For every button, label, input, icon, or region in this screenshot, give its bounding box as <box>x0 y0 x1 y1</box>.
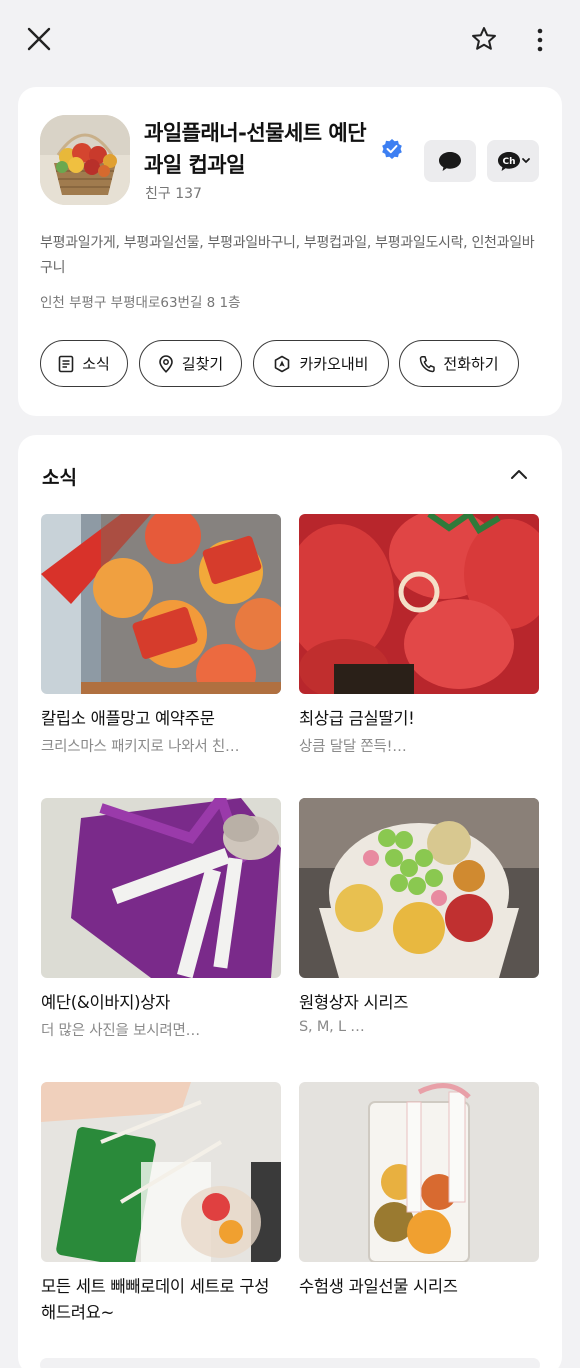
news-button-label: 소식 <box>82 355 110 373</box>
news-section: 소식 칼립소 애플망고 예약주문 크리스마스 패키지로 나와서 친… 최상급 금… <box>18 435 562 1368</box>
chevron-up-icon[interactable] <box>507 463 531 487</box>
navi-icon <box>275 355 290 372</box>
verified-badge-icon <box>382 139 402 159</box>
post-description: 상큼 달달 쫀득!… <box>299 739 407 755</box>
news-post-5[interactable]: 모든 세트 빼빼로데이 세트로 구성해드려요~ <box>41 1082 281 1326</box>
svg-text:Ch: Ch <box>502 157 515 167</box>
news-post-4[interactable]: 원형상자 시리즈 S, M, L … <box>299 798 539 1035</box>
directions-button-label: 길찾기 <box>181 355 224 373</box>
post-image-wedding-box <box>41 798 281 978</box>
post-description: 크리스마스 패키지로 나와서 친… <box>41 739 240 755</box>
news-section-title: 소식 <box>42 467 77 489</box>
call-button[interactable]: 전화하기 <box>399 340 519 387</box>
star-icon[interactable] <box>470 25 498 53</box>
chat-button[interactable] <box>424 140 476 182</box>
post-image-exam-gift <box>299 1082 539 1262</box>
news-post-1[interactable]: 칼립소 애플망고 예약주문 크리스마스 패키지로 나와서 친… <box>41 514 281 756</box>
post-description: S, M, L … <box>299 1019 365 1035</box>
post-title: 원형상자 시리즈 <box>299 993 409 1012</box>
friend-count: 친구 137 <box>145 186 202 202</box>
news-button[interactable]: 소식 <box>40 340 128 387</box>
post-description: 더 많은 사진을 보시려면… <box>41 1023 200 1039</box>
post-image-pepero-set <box>41 1082 281 1262</box>
kakao-navi-button[interactable]: 카카오내비 <box>253 340 389 387</box>
post-image-strawberry <box>299 514 539 694</box>
top-bar <box>0 0 580 80</box>
post-image-mango <box>41 514 281 694</box>
shop-address: 인천 부평구 부평대로63번길 8 1층 <box>40 295 241 311</box>
shop-name: 과일플래너-선물세트 예단과일 컵과일 <box>144 121 367 177</box>
post-title: 모든 세트 빼빼로데이 세트로 구성해드려요~ <box>41 1277 270 1322</box>
phone-icon <box>420 355 436 372</box>
news-post-2[interactable]: 최상급 금실딸기! 상큼 달달 쫀득!… <box>299 514 539 756</box>
call-button-label: 전화하기 <box>443 355 499 373</box>
directions-button[interactable]: 길찾기 <box>139 340 242 387</box>
news-post-6[interactable]: 수험생 과일선물 시리즈 <box>299 1082 539 1300</box>
channel-add-button[interactable]: Ch <box>487 140 539 182</box>
close-icon[interactable] <box>26 26 52 52</box>
next-section-edge <box>40 1358 540 1368</box>
post-title: 칼립소 애플망고 예약주문 <box>41 709 215 728</box>
post-title: 예단(&이바지)상자 <box>41 993 171 1012</box>
location-pin-icon <box>158 354 173 373</box>
chat-bubble-icon <box>439 152 461 171</box>
news-icon <box>58 355 74 372</box>
profile-card: 과일플래너-선물세트 예단과일 컵과일 친구 137 Ch 부평과일가게, 부평… <box>18 87 562 416</box>
more-vertical-icon[interactable] <box>528 26 552 54</box>
post-title: 수험생 과일선물 시리즈 <box>299 1277 458 1296</box>
kakao-navi-button-label: 카카오내비 <box>299 355 369 373</box>
post-image-round-box <box>299 798 539 978</box>
news-post-3[interactable]: 예단(&이바지)상자 더 많은 사진을 보시려면… <box>41 798 281 1040</box>
profile-avatar[interactable] <box>40 115 130 205</box>
post-title: 최상급 금실딸기! <box>299 709 415 728</box>
channel-icon: Ch <box>498 152 530 171</box>
shop-tags: 부평과일가게, 부평과일선물, 부평과일바구니, 부평컵과일, 부평과일도시락,… <box>40 235 535 276</box>
